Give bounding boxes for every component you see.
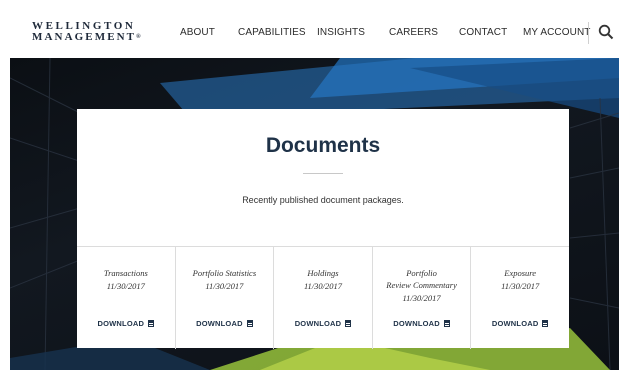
- nav-careers[interactable]: CAREERS: [389, 27, 438, 38]
- document-date: 11/30/2017: [205, 281, 244, 291]
- nav-contact[interactable]: CONTACT: [459, 27, 507, 38]
- document-date: 11/30/2017: [501, 281, 540, 291]
- document-date: 11/30/2017: [303, 281, 343, 291]
- file-icon: [148, 320, 155, 327]
- document-date: 11/30/2017: [402, 293, 441, 303]
- nav-my-account[interactable]: MY ACCOUNT: [523, 27, 591, 38]
- search-icon[interactable]: [598, 24, 614, 40]
- title-divider: [303, 173, 343, 174]
- document-item-transactions: Transactions 11/30/2017 DOWNLOAD: [77, 247, 176, 349]
- document-date: 11/30/2017: [106, 281, 145, 291]
- document-name-line-2: Review Commentary: [386, 280, 457, 290]
- download-button[interactable]: DOWNLOAD: [274, 319, 372, 328]
- nav-divider: [588, 22, 589, 44]
- download-button[interactable]: DOWNLOAD: [77, 319, 175, 328]
- document-name: Transactions: [103, 268, 148, 278]
- download-button[interactable]: DOWNLOAD: [373, 319, 471, 328]
- nav-insights[interactable]: INSIGHTS: [317, 27, 365, 38]
- document-name: Portfolio Statistics: [192, 268, 257, 278]
- nav-capabilities[interactable]: CAPABILITIES: [238, 27, 306, 38]
- file-icon: [246, 320, 253, 327]
- document-item-portfolio-statistics: Portfolio Statistics 11/30/2017 DOWNLOAD: [176, 247, 275, 349]
- nav-about[interactable]: ABOUT: [180, 27, 215, 38]
- document-item-holdings: Holdings 11/30/2017 DOWNLOAD: [274, 247, 373, 349]
- document-name: Exposure: [504, 268, 537, 278]
- document-name-line-1: Portfolio: [406, 268, 437, 278]
- file-icon: [542, 320, 549, 327]
- document-item-exposure: Exposure 11/30/2017 DOWNLOAD: [471, 247, 569, 349]
- documents-card: Documents Recently published document pa…: [77, 109, 569, 349]
- card-subtitle: Recently published document packages.: [242, 195, 404, 205]
- download-button[interactable]: DOWNLOAD: [471, 319, 569, 328]
- site-header: WELLINGTON MANAGEMENT® ABOUT CAPABILITIE…: [10, 8, 619, 58]
- file-icon: [345, 320, 352, 327]
- card-title: Documents: [265, 134, 381, 157]
- document-list: Transactions 11/30/2017 DOWNLOAD Portfol…: [77, 246, 569, 349]
- download-button[interactable]: DOWNLOAD: [176, 319, 274, 328]
- brand-line-2: MANAGEMENT®: [32, 31, 143, 43]
- brand-logo[interactable]: WELLINGTON MANAGEMENT®: [32, 21, 143, 43]
- file-icon: [443, 320, 450, 327]
- document-item-portfolio-review-commentary: Portfolio Review Commentary 11/30/2017 D…: [373, 247, 472, 349]
- document-name: Holdings: [307, 268, 339, 278]
